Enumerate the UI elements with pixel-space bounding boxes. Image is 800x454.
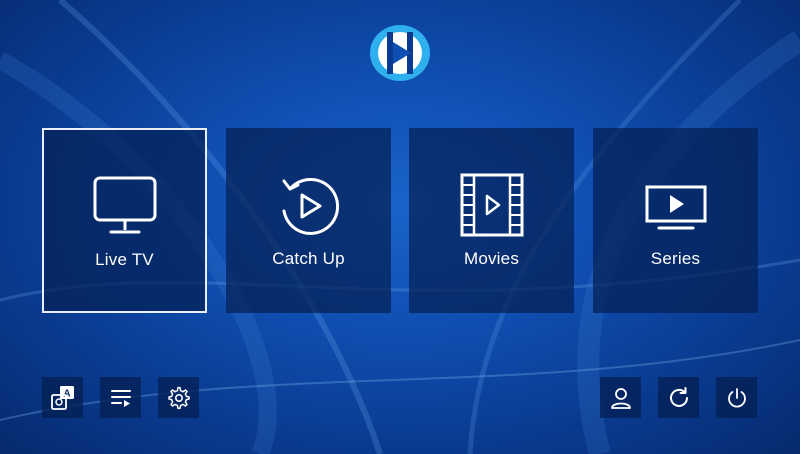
series-play-icon bbox=[645, 185, 706, 230]
movies-tile[interactable]: Movies bbox=[409, 128, 574, 313]
app-logo-icon bbox=[370, 25, 430, 81]
movies-label: Movies bbox=[463, 249, 520, 268]
live-tv-tile[interactable]: Live TV bbox=[42, 128, 207, 313]
series-label: Series bbox=[650, 249, 701, 268]
playlist-icon bbox=[110, 389, 131, 407]
power-button[interactable] bbox=[716, 377, 757, 418]
settings-gear-icon bbox=[167, 386, 190, 409]
svg-text:A: A bbox=[63, 388, 70, 399]
tv-monitor-icon bbox=[93, 176, 156, 234]
playlist-button[interactable] bbox=[100, 377, 141, 418]
language-translate-icon: A bbox=[50, 385, 74, 410]
user-profile-icon bbox=[610, 387, 631, 409]
power-icon bbox=[727, 387, 746, 408]
series-tile[interactable]: Series bbox=[593, 128, 758, 313]
user-profile-button[interactable] bbox=[600, 377, 641, 418]
replay-icon bbox=[282, 178, 339, 235]
language-button[interactable]: A bbox=[42, 377, 83, 418]
film-strip-icon bbox=[460, 173, 523, 237]
catch-up-tile[interactable]: Catch Up bbox=[226, 128, 391, 313]
catch-up-label: Catch Up bbox=[272, 249, 345, 268]
settings-button[interactable] bbox=[158, 377, 199, 418]
live-tv-label: Live TV bbox=[95, 250, 154, 269]
refresh-icon bbox=[669, 386, 688, 407]
refresh-button[interactable] bbox=[658, 377, 699, 418]
